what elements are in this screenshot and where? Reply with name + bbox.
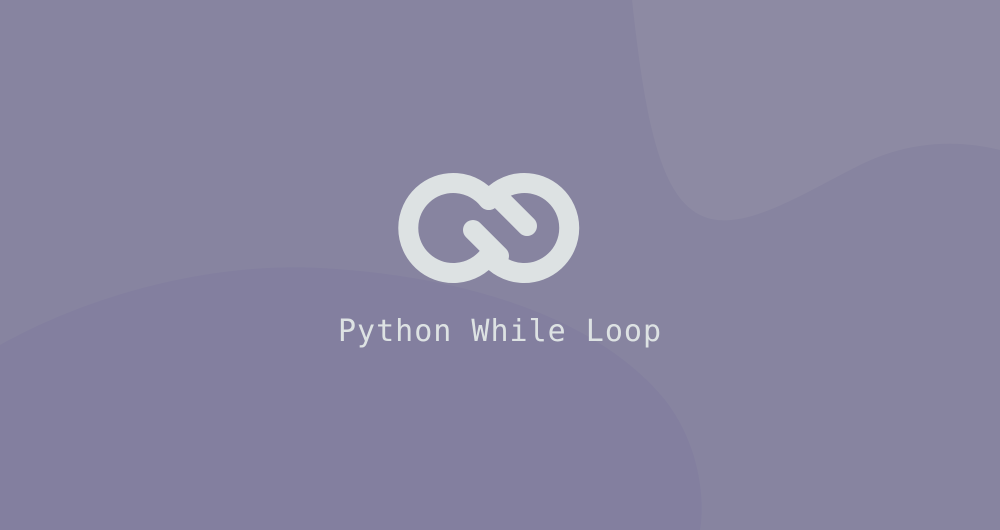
- infinity-loop-icon: [385, 168, 615, 288]
- page-title: Python While Loop: [337, 314, 663, 349]
- banner: { "banner": { "title": "Python While Loo…: [0, 0, 1000, 530]
